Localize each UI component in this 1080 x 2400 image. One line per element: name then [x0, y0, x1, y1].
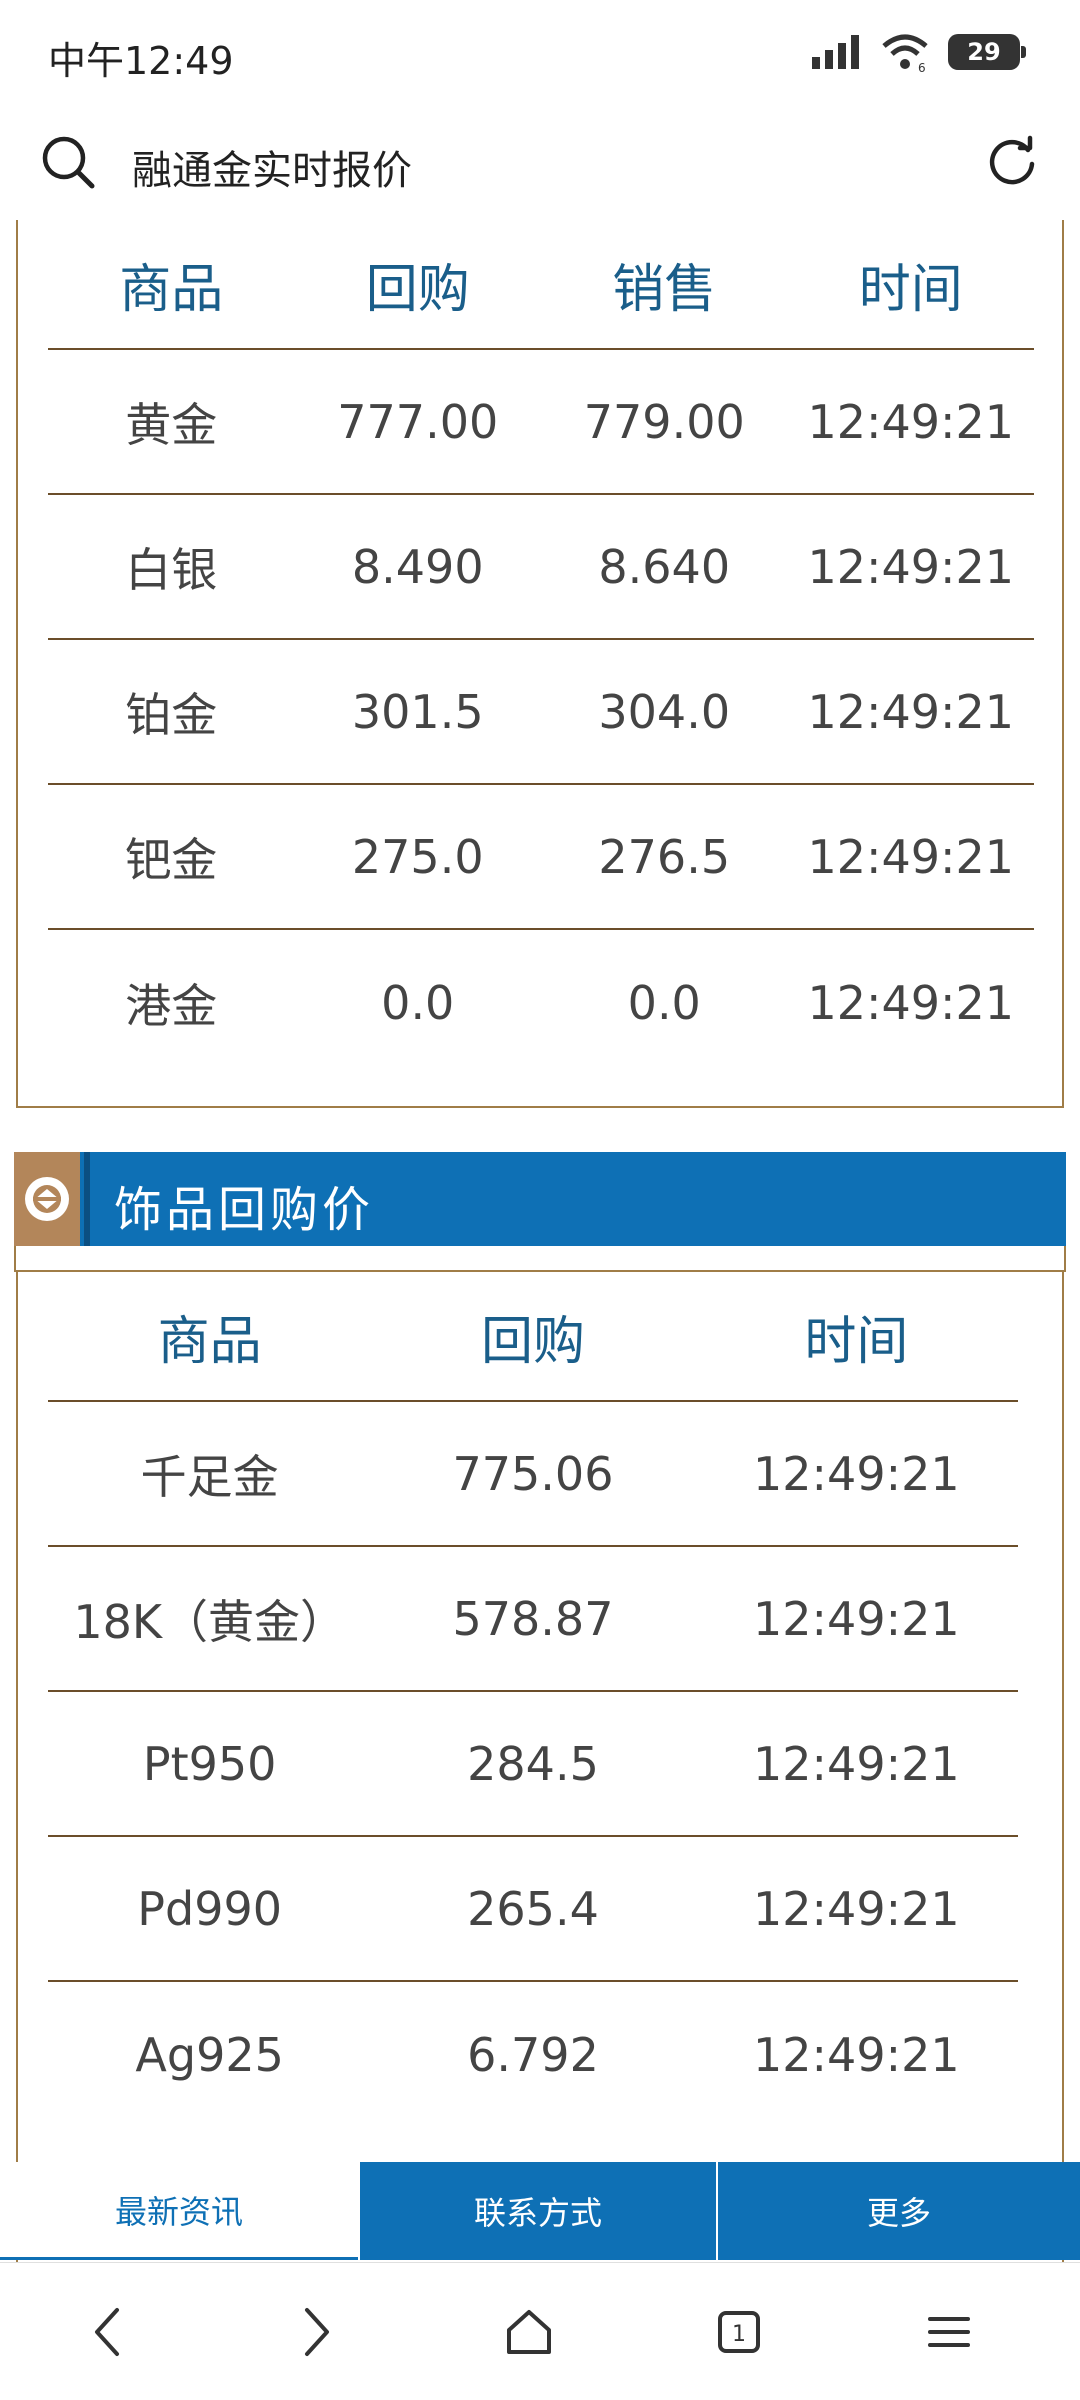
section-underline [14, 1246, 1066, 1272]
buyback-price: 0.0 [381, 975, 455, 1030]
table-row: 白银 8.490 8.640 12:49:21 [48, 495, 1034, 640]
column-header: 商品 [157, 1311, 262, 1372]
wifi-icon: 6 [882, 34, 928, 72]
quote-time: 12:49:21 [753, 2027, 960, 2082]
quote-time: 12:49:21 [807, 684, 1015, 739]
product-name: Ag925 [135, 2027, 284, 2082]
table-row: Ag925 6.792 12:49:21 [48, 1982, 1018, 2127]
column-header: 时间 [804, 1311, 909, 1372]
column-header: 时间 [858, 259, 963, 320]
product-name: 黄金 [125, 397, 218, 452]
tab-count: 1 [732, 2322, 746, 2347]
quote-time: 12:49:21 [807, 539, 1015, 594]
sell-price: 0.0 [627, 975, 701, 1030]
sell-price: 276.5 [598, 829, 731, 884]
product-name: Pd990 [137, 1881, 283, 1936]
refresh-icon[interactable] [984, 134, 1040, 190]
jewelry-table: 商品 回购 时间 千足金 775.06 12:49:21 18K（黄金） 578… [48, 1272, 1018, 2127]
sell-price: 304.0 [598, 684, 731, 739]
address-bar[interactable]: 融通金实时报价 [0, 110, 1080, 220]
product-name: 港金 [125, 978, 218, 1033]
status-icons: 6 29 [810, 32, 1026, 72]
buyback-price: 578.87 [452, 1591, 614, 1646]
status-bar: 中午12:49 6 29 [0, 0, 1080, 110]
buyback-price: 777.00 [337, 394, 499, 449]
quote-time: 12:49:21 [753, 1736, 960, 1791]
tab-more[interactable]: 更多 [718, 2162, 1080, 2260]
quote-time: 12:49:21 [753, 1881, 960, 1936]
buyback-price: 8.490 [351, 539, 484, 594]
buyback-price: 275.0 [351, 829, 484, 884]
jewelry-table-header: 商品 回购 时间 [48, 1272, 1018, 1402]
buyback-price: 265.4 [467, 1881, 599, 1936]
product-name: Pt950 [142, 1736, 277, 1791]
status-time: 中午12:49 [48, 39, 234, 83]
table-row: Pt950 284.5 12:49:21 [48, 1692, 1018, 1837]
home-button[interactable] [494, 2297, 564, 2367]
product-name: 钯金 [125, 832, 218, 887]
table-row: Pd990 265.4 12:49:21 [48, 1837, 1018, 1982]
column-header: 商品 [119, 259, 224, 320]
column-header: 回购 [365, 259, 470, 320]
battery-indicator: 29 [948, 34, 1026, 70]
product-name: 18K（黄金） [73, 1594, 347, 1649]
tabs-icon: 1 [718, 2311, 760, 2353]
quote-table-header: 商品 回购 销售 时间 [48, 220, 1034, 350]
menu-icon [928, 2317, 970, 2347]
product-name: 千足金 [140, 1449, 279, 1504]
section-header: 饰品回购价 [14, 1152, 1066, 1246]
tab-news[interactable]: 最新资讯 [0, 2162, 358, 2260]
product-name: 铂金 [125, 687, 218, 742]
buyback-price: 301.5 [351, 684, 484, 739]
sell-price: 8.640 [598, 539, 731, 594]
chevron-left-icon [95, 2308, 119, 2356]
forward-button[interactable] [282, 2297, 352, 2367]
menu-button[interactable] [914, 2297, 984, 2367]
table-row: 黄金 777.00 779.00 12:49:21 [48, 350, 1034, 495]
buyback-price: 775.06 [452, 1446, 614, 1501]
sell-price: 779.00 [583, 394, 745, 449]
quote-table: 商品 回购 销售 时间 黄金 777.00 779.00 12:49:21 白银… [48, 220, 1034, 1075]
signal-icon [812, 35, 859, 69]
quote-time: 12:49:21 [807, 829, 1015, 884]
buyback-price: 6.792 [467, 2027, 599, 2082]
brand-emblem-icon [25, 1177, 69, 1221]
tab-contact[interactable]: 联系方式 [360, 2162, 716, 2260]
brand-logo [14, 1152, 80, 1246]
home-icon [507, 2310, 551, 2354]
product-name: 白银 [125, 542, 218, 597]
column-header: 销售 [612, 259, 717, 320]
back-button[interactable] [72, 2297, 142, 2367]
quote-time: 12:49:21 [753, 1446, 960, 1501]
column-header: 回购 [480, 1311, 585, 1372]
quote-time: 12:49:21 [807, 394, 1015, 449]
quote-card: 商品 回购 销售 时间 黄金 777.00 779.00 12:49:21 白银… [16, 220, 1064, 1108]
svg-text:6: 6 [918, 61, 926, 72]
bottom-tab-bar: 最新资讯 联系方式 更多 [0, 2162, 1080, 2260]
chevron-right-icon [305, 2308, 329, 2356]
table-row: 港金 0.0 0.0 12:49:21 [48, 930, 1034, 1075]
table-row: 千足金 775.06 12:49:21 [48, 1402, 1018, 1547]
search-icon[interactable] [38, 132, 98, 192]
quote-time: 12:49:21 [807, 975, 1015, 1030]
table-row: 18K（黄金） 578.87 12:49:21 [48, 1547, 1018, 1692]
page-title[interactable]: 融通金实时报价 [132, 138, 412, 196]
quote-time: 12:49:21 [753, 1591, 960, 1646]
table-row: 钯金 275.0 276.5 12:49:21 [48, 785, 1034, 930]
section-divider [84, 1152, 90, 1246]
browser-nav-bar: 1 [0, 2262, 1080, 2400]
table-row: 铂金 301.5 304.0 12:49:21 [48, 640, 1034, 785]
tabs-button[interactable]: 1 [704, 2297, 774, 2367]
buyback-price: 284.5 [467, 1736, 599, 1791]
section-title: 饰品回购价 [114, 1182, 375, 1238]
